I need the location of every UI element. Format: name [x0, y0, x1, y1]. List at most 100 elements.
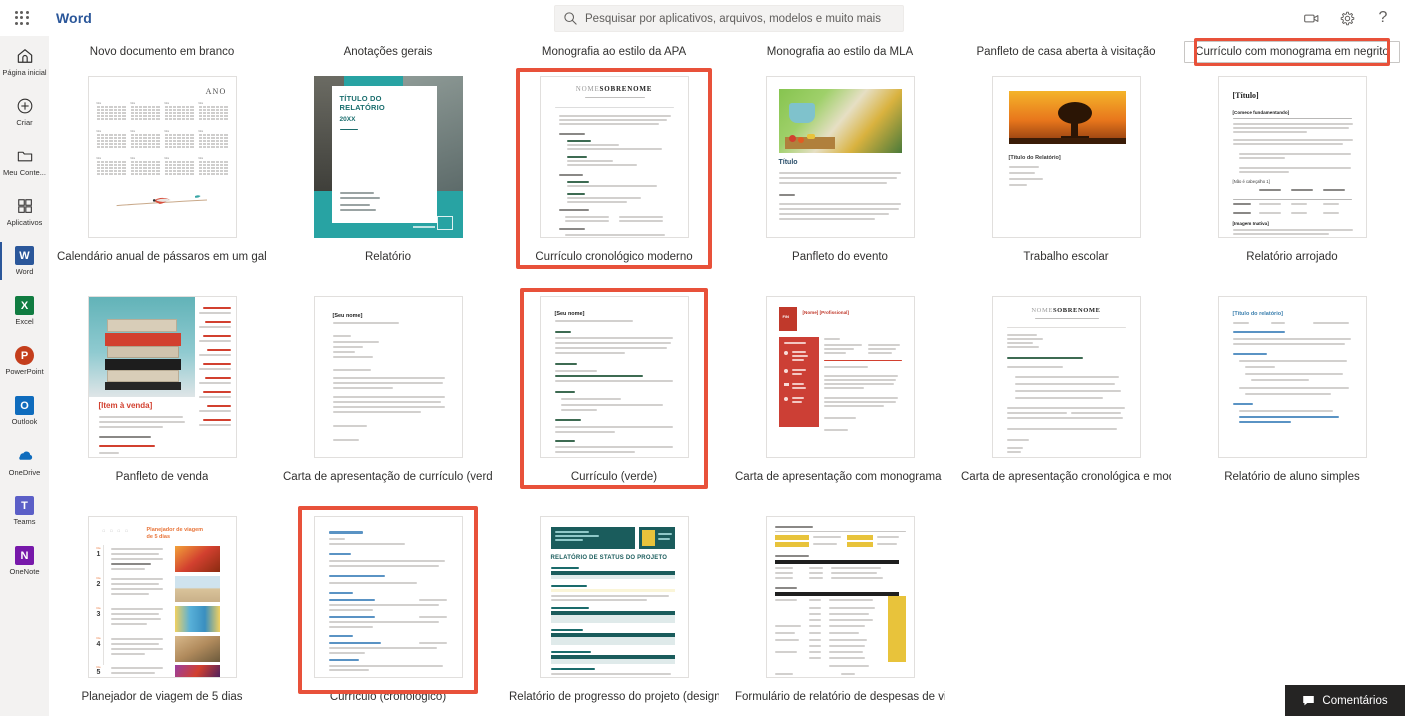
- sidebar-item-label: Excel: [15, 317, 34, 326]
- app-launcher-button[interactable]: [0, 0, 44, 36]
- sidebar-item-label: Meu Conte...: [3, 167, 46, 177]
- top-right-actions: ?: [1295, 0, 1399, 36]
- comments-button[interactable]: Comentários: [1285, 685, 1405, 716]
- category-panfleto-casa-aberta[interactable]: Panfleto de casa aberta à visitação: [965, 41, 1166, 63]
- search-box[interactable]: [554, 5, 904, 32]
- thumb-text: NOME: [1031, 307, 1053, 314]
- help-icon: ?: [1378, 9, 1388, 26]
- thumb-day-number: 2: [96, 581, 101, 588]
- folder-icon: [17, 151, 32, 161]
- template-thumbnail: Título: [765, 76, 915, 238]
- word-icon: W: [15, 246, 34, 265]
- template-tile-curriculo-cronologico-moderno[interactable]: NOMESOBRENOME Currículo cronológico mode…: [501, 68, 727, 288]
- plus-circle-icon: [17, 98, 32, 113]
- category-slot: Monografia ao estilo da MLA: [727, 36, 953, 68]
- template-tile-formulario-despesas[interactable]: Formulário de relatório de despesas de v…: [727, 508, 953, 716]
- template-caption: Carta de apresentação com monograma e...: [735, 471, 945, 483]
- sidebar-item-my-content[interactable]: Meu Conte...: [0, 136, 49, 186]
- template-thumbnail: [765, 516, 915, 678]
- settings-button[interactable]: [1331, 3, 1363, 33]
- template-thumbnail: [Item à venda]: [87, 296, 237, 458]
- apps-grid-icon: [17, 198, 32, 213]
- sidebar-item-onenote[interactable]: N OneNote: [0, 536, 49, 586]
- thumb-day-number: 5: [96, 669, 101, 676]
- category-anotacoes-gerais[interactable]: Anotações gerais: [333, 41, 444, 63]
- template-caption: Relatório de progresso do projeto (desig…: [509, 691, 719, 703]
- thumb-day-number: 3: [96, 611, 101, 618]
- search-input[interactable]: [585, 12, 895, 25]
- thumb-text: [Título]: [1232, 91, 1259, 100]
- sidebar-item-outlook[interactable]: O Outlook: [0, 386, 49, 436]
- search-icon: [564, 12, 577, 25]
- thumb-text: [Comece fundamentando]: [1232, 110, 1290, 115]
- thumb-text: TÍTULO DO RELATÓRIO: [339, 94, 385, 112]
- template-caption: Relatório arrojado: [1246, 251, 1338, 263]
- thumb-text: SOBRENOME: [1052, 307, 1101, 314]
- template-tile-carta-apresentacao-curriculo-verde[interactable]: [Seu nome] Carta de apresentação de curr…: [275, 288, 501, 508]
- template-thumbnail: ☐ ☐ ☐ ☐ Planejador de viagem de 5 dias D…: [87, 516, 237, 678]
- template-caption: Formulário de relatório de despesas de v…: [735, 691, 945, 703]
- template-row: ☐ ☐ ☐ ☐ Planejador de viagem de 5 dias D…: [49, 506, 1405, 716]
- template-tile-panfleto-de-venda[interactable]: [Item à venda] Panfleto de venda: [49, 288, 275, 508]
- thumb-day-number: 1: [96, 551, 101, 558]
- gear-icon: [1340, 11, 1354, 25]
- sidebar-item-label: Outlook: [11, 417, 38, 426]
- app-title[interactable]: Word: [56, 10, 92, 26]
- powerpoint-icon: P: [15, 346, 34, 365]
- sidebar-item-excel[interactable]: X Excel: [0, 286, 49, 336]
- thumb-text: [Item à venda]: [98, 401, 153, 410]
- template-caption: Currículo (cronológico): [329, 691, 447, 703]
- template-caption: Panfleto de venda: [115, 471, 209, 483]
- template-tile-trabalho-escolar[interactable]: [Título do Relatório] Trabalho escolar: [953, 68, 1179, 288]
- template-category-bar: Novo documento em branco Anotações gerai…: [49, 36, 1405, 68]
- home-icon: [17, 48, 32, 63]
- template-thumbnail: RELATÓRIO DE STATUS DO PROJETO: [539, 516, 689, 678]
- sidebar-item-label: Criar: [16, 117, 33, 127]
- sidebar-item-onedrive[interactable]: OneDrive: [0, 436, 49, 486]
- template-tile-curriculo-cronologico[interactable]: Currículo (cronológico): [275, 506, 501, 716]
- category-monografia-apa[interactable]: Monografia ao estilo da APA: [531, 41, 697, 63]
- template-tile-planejador-viagem[interactable]: ☐ ☐ ☐ ☐ Planejador de viagem de 5 dias D…: [49, 508, 275, 716]
- sidebar-item-powerpoint[interactable]: P PowerPoint: [0, 336, 49, 386]
- template-thumbnail: [Título do relatório]: [1217, 296, 1367, 458]
- template-thumbnail: [313, 516, 463, 678]
- template-caption: Relatório: [364, 251, 412, 263]
- sidebar-item-word[interactable]: W Word: [0, 236, 49, 286]
- thumb-text: 20XX: [339, 116, 356, 123]
- help-button[interactable]: ?: [1367, 3, 1399, 33]
- template-tile-relatorio-progresso-projeto[interactable]: RELATÓRIO DE STATUS DO PROJETO Relatório…: [501, 508, 727, 716]
- sidebar-item-create[interactable]: Criar: [0, 86, 49, 136]
- thumb-text: SOBRENOME: [599, 85, 653, 93]
- template-caption: Currículo (verde): [570, 471, 658, 483]
- thumb-text: Planejador de viagem de 5 dias: [146, 527, 204, 540]
- template-tile-curriculo-verde[interactable]: [Seu nome] Currículo (verde): [501, 288, 727, 508]
- template-thumbnail: [Seu nome]: [313, 296, 463, 458]
- sidebar-item-home[interactable]: Página inicial: [0, 36, 49, 86]
- category-slot: Monografia ao estilo da APA: [501, 36, 727, 68]
- template-tile-panfleto-do-evento[interactable]: Título Panfleto do evento: [727, 68, 953, 288]
- thumb-text: [Seu nome]: [554, 311, 585, 317]
- template-tile-calendario-anual[interactable]: ANO Mês Mês Mês Mês Mês Mês Mês Mês Mês …: [49, 68, 275, 288]
- template-caption: Panfleto do evento: [792, 251, 888, 263]
- template-tile-relatorio[interactable]: TÍTULO DO RELATÓRIO 20XX Relatório: [275, 68, 501, 288]
- top-bar: Word ?: [0, 0, 1405, 36]
- category-curriculo-monograma-negrito[interactable]: Currículo com monograma em negrito: [1184, 41, 1400, 63]
- template-tile-carta-cronologica[interactable]: NOMESOBRENOME Carta de apresentação cron…: [953, 288, 1179, 508]
- template-tile-carta-monograma[interactable]: F/N [Nome] [Profissional] Carta de apres…: [727, 288, 953, 508]
- template-thumbnail: F/N [Nome] [Profissional]: [765, 296, 915, 458]
- category-monografia-mla[interactable]: Monografia ao estilo da MLA: [756, 41, 924, 63]
- thumb-text: ANO: [205, 87, 227, 96]
- template-tile-empty: [953, 508, 1179, 716]
- video-camera-button[interactable]: [1295, 3, 1327, 33]
- category-slot: Anotações gerais: [275, 36, 501, 68]
- template-tile-relatorio-arrojado[interactable]: [Título] [Comece fundamentando] [Não é c…: [1179, 68, 1405, 288]
- video-camera-icon: [1303, 14, 1318, 22]
- thumb-text: [Nome] [Profissional]: [802, 310, 849, 315]
- sidebar-item-teams[interactable]: T Teams: [0, 486, 49, 536]
- template-thumbnail: [Título do Relatório]: [991, 76, 1141, 238]
- template-tile-relatorio-aluno-simples[interactable]: [Título do relatório] Relatório de aluno…: [1179, 288, 1405, 508]
- excel-icon: X: [15, 296, 34, 315]
- sidebar-item-apps[interactable]: Aplicativos: [0, 186, 49, 236]
- thumb-day-number: 4: [96, 641, 101, 648]
- category-novo-documento-em-branco[interactable]: Novo documento em branco: [79, 41, 245, 63]
